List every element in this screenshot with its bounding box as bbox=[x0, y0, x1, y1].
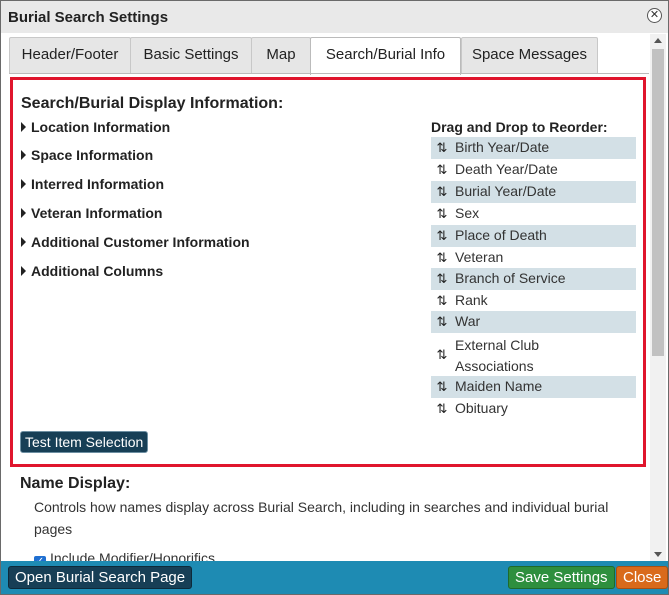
reorder-item-war[interactable]: ⇅ War bbox=[431, 311, 636, 333]
up-down-arrows-icon: ⇅ bbox=[436, 228, 448, 243]
include-modifier-row[interactable]: ✓Include Modifier/Honorifics bbox=[34, 550, 215, 561]
reorder-item-branch[interactable]: ⇅ Branch of Service bbox=[431, 268, 636, 290]
reorder-item-sex[interactable]: ⇅ Sex bbox=[431, 203, 636, 225]
up-down-arrows-icon: ⇅ bbox=[436, 271, 448, 286]
save-settings-button[interactable]: Save Settings bbox=[508, 566, 615, 589]
caret-right-icon bbox=[21, 208, 26, 218]
tab-basic-settings[interactable]: Basic Settings bbox=[130, 37, 252, 73]
panel-title: Search/Burial Display Information: bbox=[21, 95, 284, 112]
dialog-title: Burial Search Settings bbox=[8, 9, 169, 26]
tab-header-footer[interactable]: Header/Footer bbox=[9, 37, 131, 73]
reorder-item-burial[interactable]: ⇅ Burial Year/Date bbox=[431, 181, 636, 203]
scrollbar-thumb[interactable] bbox=[652, 49, 664, 356]
up-down-arrows-icon: ⇅ bbox=[436, 401, 448, 416]
close-button[interactable]: Close bbox=[616, 566, 668, 589]
caret-right-icon bbox=[21, 179, 26, 189]
section-veteran-information[interactable]: Veteran Information bbox=[21, 205, 162, 221]
reorder-list: ⇅ Birth Year/Date ⇅ Death Year/Date ⇅ Buria… bbox=[431, 137, 636, 420]
section-additional-customer-information[interactable]: Additional Customer Information bbox=[21, 234, 250, 250]
section-additional-columns[interactable]: Additional Columns bbox=[21, 263, 163, 279]
reorder-item-place-of-death[interactable]: ⇅ Place of Death bbox=[431, 225, 636, 247]
scroll-down-icon[interactable] bbox=[654, 552, 662, 557]
reorder-item-maiden-name[interactable]: ⇅ Maiden Name bbox=[431, 376, 636, 398]
tab-space-messages[interactable]: Space Messages bbox=[461, 37, 598, 73]
reorder-item-birth[interactable]: ⇅ Birth Year/Date bbox=[431, 137, 636, 159]
reorder-item-obituary[interactable]: ⇅ Obituary bbox=[431, 398, 636, 420]
test-item-selection-button[interactable]: Test Item Selection bbox=[20, 431, 149, 453]
section-interred-information[interactable]: Interred Information bbox=[21, 176, 164, 192]
vertical-scrollbar[interactable] bbox=[650, 34, 666, 561]
up-down-arrows-icon: ⇅ bbox=[436, 293, 448, 308]
reorder-item-death[interactable]: ⇅ Death Year/Date bbox=[431, 159, 636, 181]
up-down-arrows-icon: ⇅ bbox=[436, 379, 448, 394]
caret-right-icon bbox=[21, 237, 26, 247]
name-display-description: Controls how names display across Burial… bbox=[34, 499, 609, 537]
up-down-arrows-icon: ⇅ bbox=[436, 162, 448, 177]
up-down-arrows-icon: ⇅ bbox=[436, 184, 448, 199]
scroll-up-icon[interactable] bbox=[654, 38, 662, 43]
section-space-information[interactable]: Space Information bbox=[21, 147, 153, 163]
reorder-title: Drag and Drop to Reorder: bbox=[431, 119, 608, 135]
open-burial-search-button[interactable]: Open Burial Search Page bbox=[8, 566, 193, 589]
reorder-item-external-club[interactable]: ⇅ External Club Associations bbox=[431, 333, 636, 376]
tab-search-burial-info[interactable]: Search/Burial Info bbox=[310, 37, 461, 75]
settings-content: Search/Burial Display Information: Locat… bbox=[9, 74, 649, 561]
section-location-information[interactable]: Location Information bbox=[21, 119, 170, 135]
up-down-arrows-icon: ⇅ bbox=[436, 250, 448, 265]
dialog-titlebar: Burial Search Settings ✕ bbox=[1, 1, 668, 33]
up-down-arrows-icon: ⇅ bbox=[436, 206, 448, 221]
search-burial-display-panel: Search/Burial Display Information: Locat… bbox=[10, 77, 646, 467]
up-down-arrows-icon: ⇅ bbox=[436, 140, 448, 155]
up-down-arrows-icon: ⇅ bbox=[436, 347, 448, 362]
reorder-item-rank[interactable]: ⇅ Rank bbox=[431, 290, 636, 311]
dialog-footer: Open Burial Search Page Save Settings Cl… bbox=[1, 561, 668, 594]
settings-dialog: Burial Search Settings ✕ Header/Footer B… bbox=[0, 0, 669, 595]
name-display-title: Name Display: bbox=[20, 475, 131, 492]
reorder-item-veteran[interactable]: ⇅ Veteran bbox=[431, 247, 636, 268]
up-down-arrows-icon: ⇅ bbox=[436, 314, 448, 329]
caret-right-icon bbox=[21, 150, 26, 160]
close-icon[interactable]: ✕ bbox=[647, 8, 662, 23]
caret-right-icon bbox=[21, 122, 26, 132]
tab-map[interactable]: Map bbox=[251, 37, 311, 73]
include-modifier-label: Include Modifier/Honorifics bbox=[50, 550, 215, 561]
caret-right-icon bbox=[21, 266, 26, 276]
